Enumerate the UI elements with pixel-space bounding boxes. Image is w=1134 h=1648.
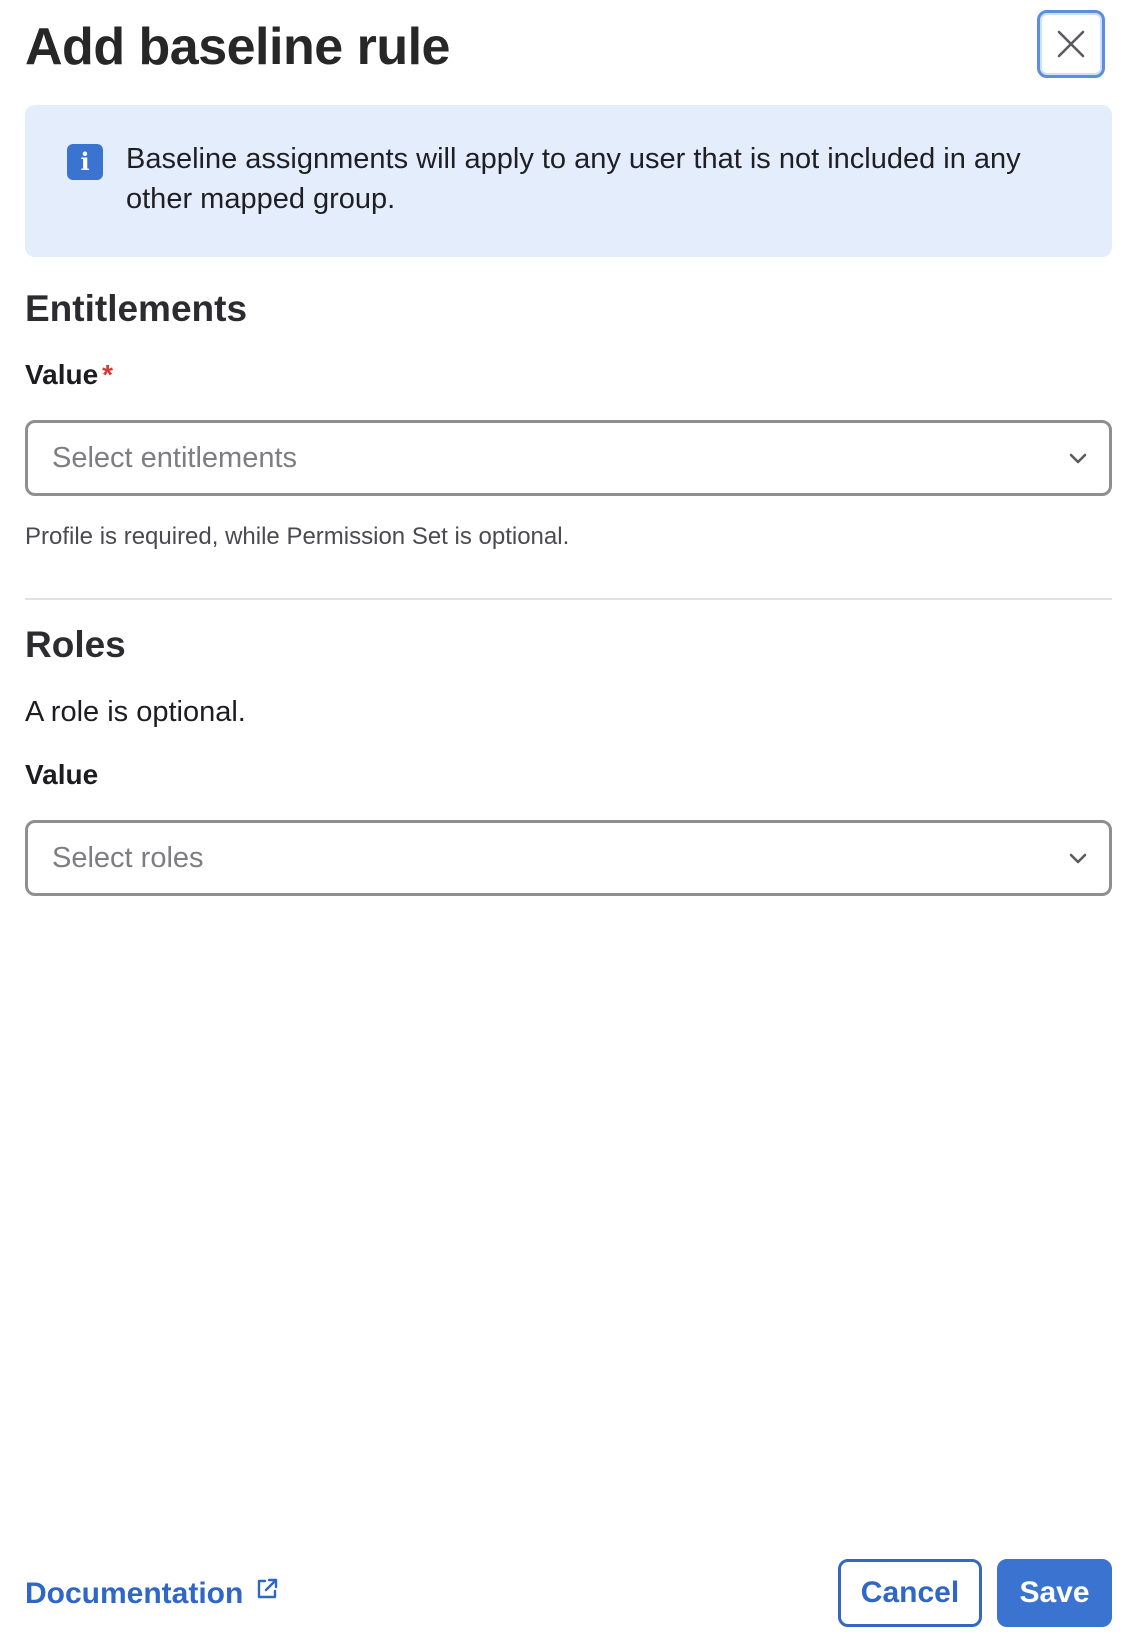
roles-select[interactable]: Select roles: [25, 820, 1112, 896]
entitlements-value-label: Value *: [25, 357, 113, 393]
close-icon: [1057, 30, 1085, 58]
roles-value-label: Value: [25, 759, 99, 790]
documentation-link[interactable]: Documentation: [25, 1574, 279, 1614]
save-button[interactable]: Save: [997, 1559, 1112, 1627]
chevron-down-icon: [1069, 453, 1087, 464]
entitlements-select[interactable]: Select entitlements: [25, 420, 1112, 496]
roles-heading: Roles: [25, 624, 126, 665]
entitlements-value-label-text: Value: [25, 359, 99, 390]
roles-select-placeholder: Select roles: [52, 842, 204, 874]
info-banner-text: Baseline assignments will apply to any u…: [126, 143, 1021, 215]
dialog-title: Add baseline rule: [25, 18, 450, 76]
roles-description: A role is optional.: [25, 696, 246, 728]
close-button[interactable]: [1037, 10, 1105, 78]
entitlements-select-placeholder: Select entitlements: [52, 442, 298, 474]
entitlements-help-text: Profile is required, while Permission Se…: [25, 523, 570, 550]
info-banner: i Baseline assignments will apply to any…: [25, 105, 1112, 257]
info-icon: i: [67, 144, 103, 180]
external-link-icon: [258, 1578, 278, 1599]
cancel-button[interactable]: Cancel: [838, 1559, 982, 1627]
entitlements-heading: Entitlements: [25, 288, 248, 329]
documentation-link-label: Documentation: [25, 1577, 244, 1610]
required-marker: *: [102, 359, 114, 390]
section-divider: [25, 598, 1112, 600]
chevron-down-icon: [1069, 853, 1087, 864]
